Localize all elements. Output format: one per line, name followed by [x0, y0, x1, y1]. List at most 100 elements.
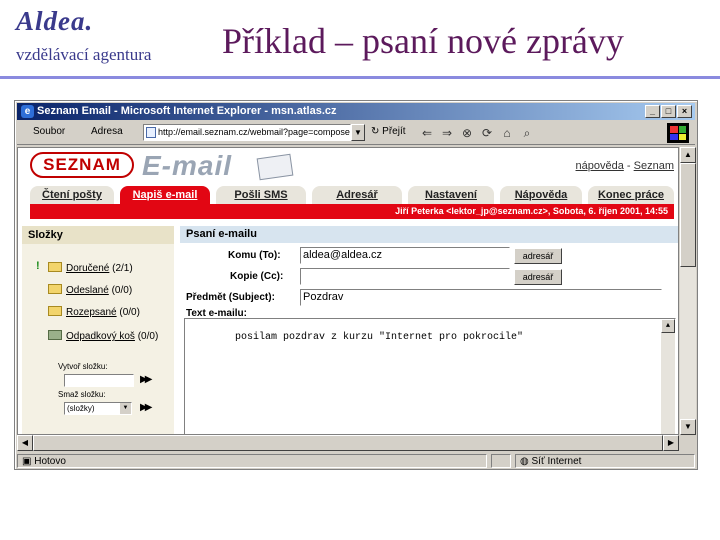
zone-text: Síť Internet	[531, 456, 582, 467]
go-icon: ↻	[371, 126, 380, 137]
address-value: http://email.seznam.cz/webmail?page=comp…	[158, 127, 350, 137]
vertical-scrollbar[interactable]: ▲ ▼	[680, 147, 696, 435]
folder-inbox[interactable]: Doručené (2/1)	[48, 262, 133, 274]
scroll-up-icon[interactable]: ▲	[661, 319, 675, 333]
slide-title: Příklad – psaní nové zprávy	[222, 21, 624, 61]
ie-icon: e	[21, 105, 34, 118]
browser-window: e Seznam Email - Microsoft Internet Expl…	[14, 100, 698, 470]
status-cell-empty	[491, 454, 511, 468]
delete-folder-go-icon[interactable]: ▶▶	[140, 402, 153, 413]
title-bar: e Seznam Email - Microsoft Internet Expl…	[17, 103, 695, 120]
status-cell: ▣ Hotovo	[17, 454, 487, 468]
delete-folder-select[interactable]: (složky) ▼	[64, 402, 132, 415]
subject-field[interactable]: Pozdrav	[300, 289, 662, 306]
minimize-button[interactable]: _	[645, 105, 660, 118]
create-folder-label: Vytvoř složku:	[58, 362, 108, 371]
folder-sent[interactable]: Odeslané (0/0)	[48, 284, 132, 296]
page-done-icon: ▣	[22, 456, 32, 467]
delete-folder-label: Smaž složku:	[58, 390, 106, 399]
user-info-bar: Jiří Peterka <lektor_jp@seznam.cz>, Sobo…	[30, 204, 674, 219]
scroll-down-icon[interactable]: ▼	[680, 419, 696, 435]
cc-label: Kopie (Cc):	[230, 271, 284, 282]
folders-heading: Složky	[22, 226, 174, 244]
slide-divider	[0, 76, 720, 79]
folder-count: (0/0)	[111, 285, 133, 296]
scroll-left-icon[interactable]: ◀	[17, 435, 33, 451]
subject-label: Předmět (Subject):	[186, 292, 275, 303]
folder-count: (2/1)	[112, 263, 133, 274]
address-label: Adresa	[91, 126, 123, 137]
toolbar-icons: ⇐ ⇒ ⊗ ⟳ ⌂ ⌕	[419, 125, 535, 141]
window-controls: _ □ ×	[645, 105, 692, 118]
scroll-right-icon[interactable]: ▶	[663, 435, 679, 451]
tab-napis-email[interactable]: Napiš e-mail	[120, 186, 210, 204]
seznam-link[interactable]: Seznam	[634, 160, 674, 172]
addressbook-cc-button[interactable]: adresář	[514, 269, 562, 285]
go-button[interactable]: ↻ Přejít	[371, 124, 406, 140]
folder-icon	[48, 284, 62, 294]
trash-icon	[48, 330, 62, 340]
body-textarea[interactable]: posilam pozdrav z kurzu "Internet pro po…	[184, 318, 676, 434]
scroll-thumb[interactable]	[33, 435, 663, 451]
scroll-thumb[interactable]	[680, 163, 696, 267]
stop-icon[interactable]: ⊗	[459, 125, 475, 141]
folder-drafts[interactable]: Rozepsané (0/0)	[48, 306, 140, 318]
globe-icon: ◍	[520, 456, 529, 467]
folder-name[interactable]: Odpadkový koš	[66, 331, 135, 342]
tab-adresar[interactable]: Adresář	[312, 186, 402, 204]
menu-file[interactable]: Soubor	[33, 124, 65, 140]
folder-trash[interactable]: Odpadkový koš (0/0)	[48, 330, 158, 342]
tab-bar: Čtení pošty Napiš e-mail Pošli SMS Adres…	[30, 186, 674, 204]
to-label: Komu (To):	[228, 250, 281, 261]
link-separator: -	[626, 160, 634, 172]
email-logo: E-mail	[142, 150, 233, 181]
page-viewport: SEZNAM E-mail nápověda - Seznam Čtení po…	[17, 147, 679, 435]
folder-count: (0/0)	[119, 307, 140, 318]
cc-field[interactable]	[300, 268, 510, 285]
to-field[interactable]: aldea@aldea.cz	[300, 247, 510, 264]
forward-icon[interactable]: ⇒	[439, 125, 455, 141]
close-button[interactable]: ×	[677, 105, 692, 118]
help-link[interactable]: nápověda	[576, 160, 624, 172]
tab-konec-prace[interactable]: Konec práce	[588, 186, 674, 204]
top-links: nápověda - Seznam	[576, 160, 674, 172]
horizontal-scrollbar[interactable]: ◀ ▶	[17, 435, 679, 451]
delete-folder-selected: (složky)	[67, 404, 95, 413]
browser-toolbar: Soubor Adresa http://email.seznam.cz/web…	[17, 121, 695, 145]
seznam-logo[interactable]: SEZNAM	[30, 152, 134, 178]
folders-panel: Složky ! Doručené (2/1) Odeslané (0/0) R…	[22, 226, 174, 434]
back-icon[interactable]: ⇐	[419, 125, 435, 141]
maximize-button[interactable]: □	[661, 105, 676, 118]
tab-posli-sms[interactable]: Pošli SMS	[216, 186, 306, 204]
page-icon	[146, 127, 156, 138]
compose-heading: Psaní e-mailu	[180, 226, 678, 243]
address-bar[interactable]: http://email.seznam.cz/webmail?page=comp…	[143, 124, 351, 141]
scroll-up-icon[interactable]: ▲	[680, 147, 696, 163]
tab-cteni-posty[interactable]: Čtení pošty	[30, 186, 114, 204]
textarea-scrollbar[interactable]: ▲	[661, 319, 675, 434]
status-bar: ▣ Hotovo ◍ Síť Internet	[17, 453, 695, 469]
folder-count: (0/0)	[137, 331, 159, 342]
home-icon[interactable]: ⌂	[499, 125, 515, 141]
folder-name[interactable]: Odeslané	[66, 285, 109, 296]
addressbook-to-button[interactable]: adresář	[514, 248, 562, 264]
zone-cell: ◍ Síť Internet	[515, 454, 695, 468]
search-icon[interactable]: ⌕	[519, 125, 535, 141]
folder-name[interactable]: Doručené	[66, 263, 109, 274]
windows-logo-icon	[667, 123, 689, 143]
window-title: Seznam Email - Microsoft Internet Explor…	[37, 105, 337, 117]
tab-napoveda[interactable]: Nápověda	[500, 186, 582, 204]
folder-icon	[48, 262, 62, 272]
create-folder-input[interactable]	[64, 374, 134, 387]
body-text: posilam pozdrav z kurzu "Internet pro po…	[235, 332, 524, 343]
brand-subtitle: vzdělávací agentura	[16, 45, 152, 64]
folder-name[interactable]: Rozepsané	[66, 307, 117, 318]
brand-logo: Aldea.	[16, 6, 94, 36]
create-folder-go-icon[interactable]: ▶▶	[140, 374, 153, 385]
address-dropdown[interactable]: ▼	[351, 124, 365, 141]
new-mail-indicator-icon: !	[36, 260, 40, 272]
tab-nastaveni[interactable]: Nastavení	[408, 186, 494, 204]
refresh-icon[interactable]: ⟳	[479, 125, 495, 141]
go-label: Přejít	[382, 126, 406, 137]
chevron-down-icon[interactable]: ▼	[120, 403, 131, 414]
